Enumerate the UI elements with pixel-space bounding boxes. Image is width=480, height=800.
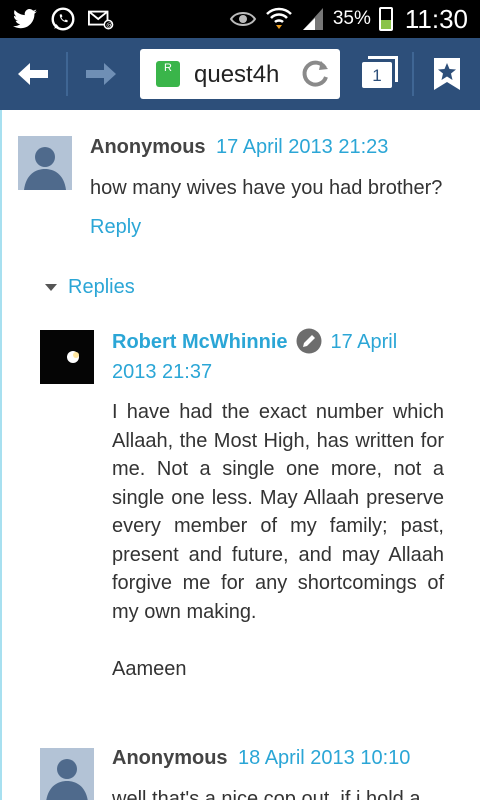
comment-date[interactable]: 17 April 2013 21:23 <box>216 136 388 158</box>
avatar <box>18 136 72 190</box>
url-bar[interactable]: R quest4h <box>140 49 340 99</box>
battery-icon <box>378 7 393 31</box>
email-icon: @ <box>88 10 114 30</box>
signal-icon <box>302 8 323 30</box>
tab-count: 1 <box>362 62 392 88</box>
user-photo <box>40 330 94 384</box>
reload-icon <box>302 60 328 87</box>
bookmark-star-icon <box>434 58 460 90</box>
user-silhouette-icon <box>40 748 94 800</box>
forward-button[interactable] <box>68 38 134 110</box>
tabs-button[interactable]: 1 <box>362 56 398 88</box>
comment-author[interactable]: Anonymous <box>90 136 206 158</box>
comment-date[interactable]: 18 April 2013 10:10 <box>238 747 410 769</box>
comment-text: how many wives have you had brother? <box>90 177 443 199</box>
comment-text: well that's a nice cop out, if i hold a <box>112 788 421 800</box>
reply-link[interactable]: Reply <box>90 216 141 239</box>
eye-icon <box>229 12 257 26</box>
whatsapp-icon <box>51 7 75 31</box>
twitter-icon <box>13 9 37 29</box>
svg-text:@: @ <box>106 21 113 29</box>
status-bar: @ 35% 11:30 <box>0 0 480 38</box>
browser-toolbar: R quest4h 1 <box>0 38 480 110</box>
reload-button[interactable] <box>298 57 332 91</box>
avatar <box>40 330 94 384</box>
back-button[interactable] <box>0 38 66 110</box>
comment-author[interactable]: Anonymous <box>112 747 228 769</box>
clock: 11:30 <box>404 3 468 34</box>
wifi-icon <box>265 7 292 29</box>
avatar <box>40 748 94 800</box>
comments-section: Anonymous 17 April 2013 21:23 how many w… <box>0 110 480 800</box>
comment-text: I have had the exact number which Allaah… <box>112 401 444 623</box>
comment-author[interactable]: Robert McWhinnie <box>112 331 288 353</box>
caret-down-icon <box>45 283 57 291</box>
site-favicon-icon: R <box>156 61 180 87</box>
replies-label: Replies <box>68 276 135 298</box>
bookmark-button[interactable] <box>414 38 480 110</box>
url-text: quest4h <box>194 61 280 88</box>
arrow-left-icon <box>18 63 48 85</box>
comment-closing: Aameen <box>112 658 187 680</box>
blog-author-pencil-icon <box>296 328 322 354</box>
replies-toggle[interactable]: Replies <box>44 276 135 299</box>
battery-percent: 35% <box>332 8 371 29</box>
arrow-right-icon <box>86 63 116 85</box>
user-silhouette-icon <box>18 136 72 190</box>
